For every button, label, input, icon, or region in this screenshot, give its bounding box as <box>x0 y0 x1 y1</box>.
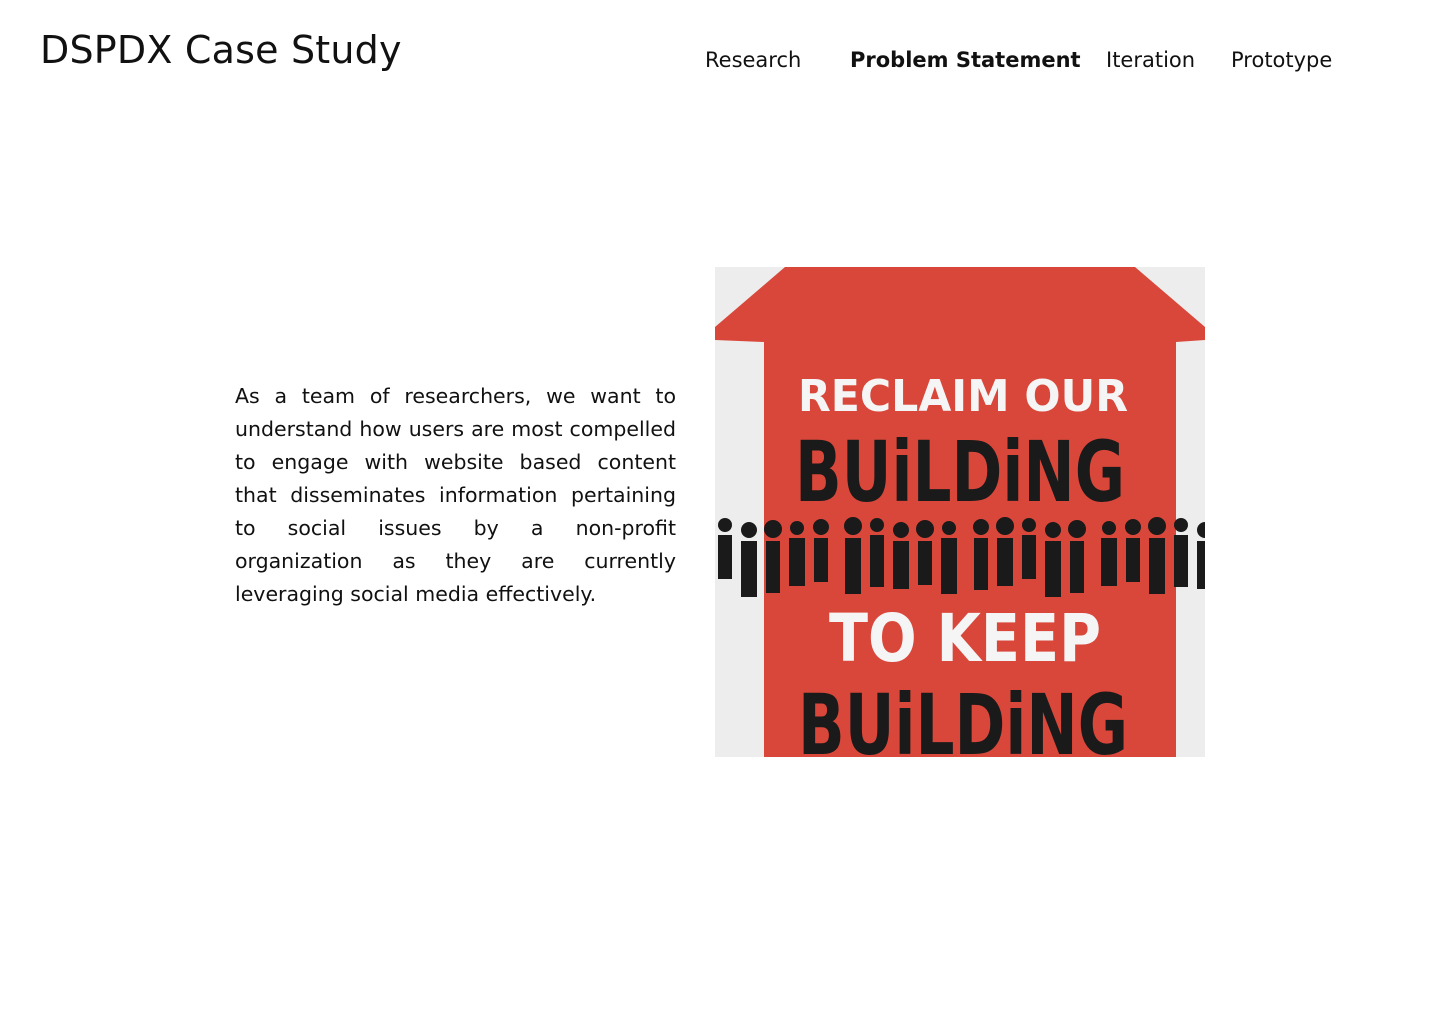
poster-figure-body <box>1101 538 1117 586</box>
nav-link-prototype[interactable]: Prototype <box>1231 44 1332 76</box>
poster-figure-body <box>1197 541 1205 589</box>
poster-figure-body <box>974 538 988 590</box>
poster-figure-head <box>1102 521 1116 535</box>
poster-figure-head <box>942 521 956 535</box>
poster-figure-head <box>1148 517 1166 535</box>
poster-figure-head <box>764 520 782 538</box>
poster-figure-head <box>893 522 909 538</box>
poster-figure-body <box>893 541 909 589</box>
poster-figure-head <box>1125 519 1141 535</box>
poster-figure-body <box>1174 535 1188 587</box>
poster-figure-head <box>1045 522 1061 538</box>
poster-figure-body <box>766 541 780 593</box>
poster-figure-head <box>870 518 884 532</box>
poster-figure-head <box>813 519 829 535</box>
poster-figure-body <box>1022 535 1036 579</box>
poster-figure-body <box>870 535 884 587</box>
poster-figure-body <box>718 535 732 579</box>
poster-text-reclaim-our: RECLAIM OUR <box>798 371 1128 422</box>
poster-figure-head <box>844 517 862 535</box>
poster-figure-body <box>941 538 957 594</box>
poster-figure-body <box>918 541 932 585</box>
poster-figure-head <box>973 519 989 535</box>
poster-figure-body <box>789 538 805 586</box>
poster-figure-head <box>996 517 1014 535</box>
nav-link-problem-statement[interactable]: Problem Statement <box>850 44 1081 76</box>
poster-figure-body <box>845 538 861 594</box>
poster-figure-head <box>1174 518 1188 532</box>
poster-figure-body <box>1045 541 1061 597</box>
poster-graphic: RECLAIM OUR BUiLDiNG TO KEEP BUiLDiNG <box>715 267 1205 757</box>
poster-figure-body <box>814 538 828 582</box>
problem-statement-text: As a team of researchers, we want to und… <box>235 384 676 606</box>
poster-text-building-bottom: BUiLDiNG <box>798 676 1128 757</box>
reclaim-building-poster-image: RECLAIM OUR BUiLDiNG TO KEEP BUiLDiNG <box>715 267 1205 757</box>
poster-text-building-top: BUiLDiNG <box>795 423 1125 521</box>
poster-figure-head <box>1068 520 1086 538</box>
poster-figure-body <box>741 541 757 597</box>
poster-figure-head <box>790 521 804 535</box>
page: DSPDX Case Study Research Problem Statem… <box>0 0 1440 1024</box>
nav-link-iteration[interactable]: Iteration <box>1106 44 1195 76</box>
poster-text-to-keep: TO KEEP <box>829 600 1101 677</box>
nav-link-research[interactable]: Research <box>705 44 801 76</box>
poster-figure-body <box>997 538 1013 586</box>
poster-figure-body <box>1070 541 1084 593</box>
main-nav: Research Problem Statement Iteration Pro… <box>0 44 1440 76</box>
poster-figure-body <box>1149 538 1165 594</box>
poster-figure-body <box>1126 538 1140 582</box>
poster-figure-head <box>1022 518 1036 532</box>
poster-figure-head <box>916 520 934 538</box>
poster-figure-head <box>718 518 732 532</box>
poster-figure-head <box>741 522 757 538</box>
